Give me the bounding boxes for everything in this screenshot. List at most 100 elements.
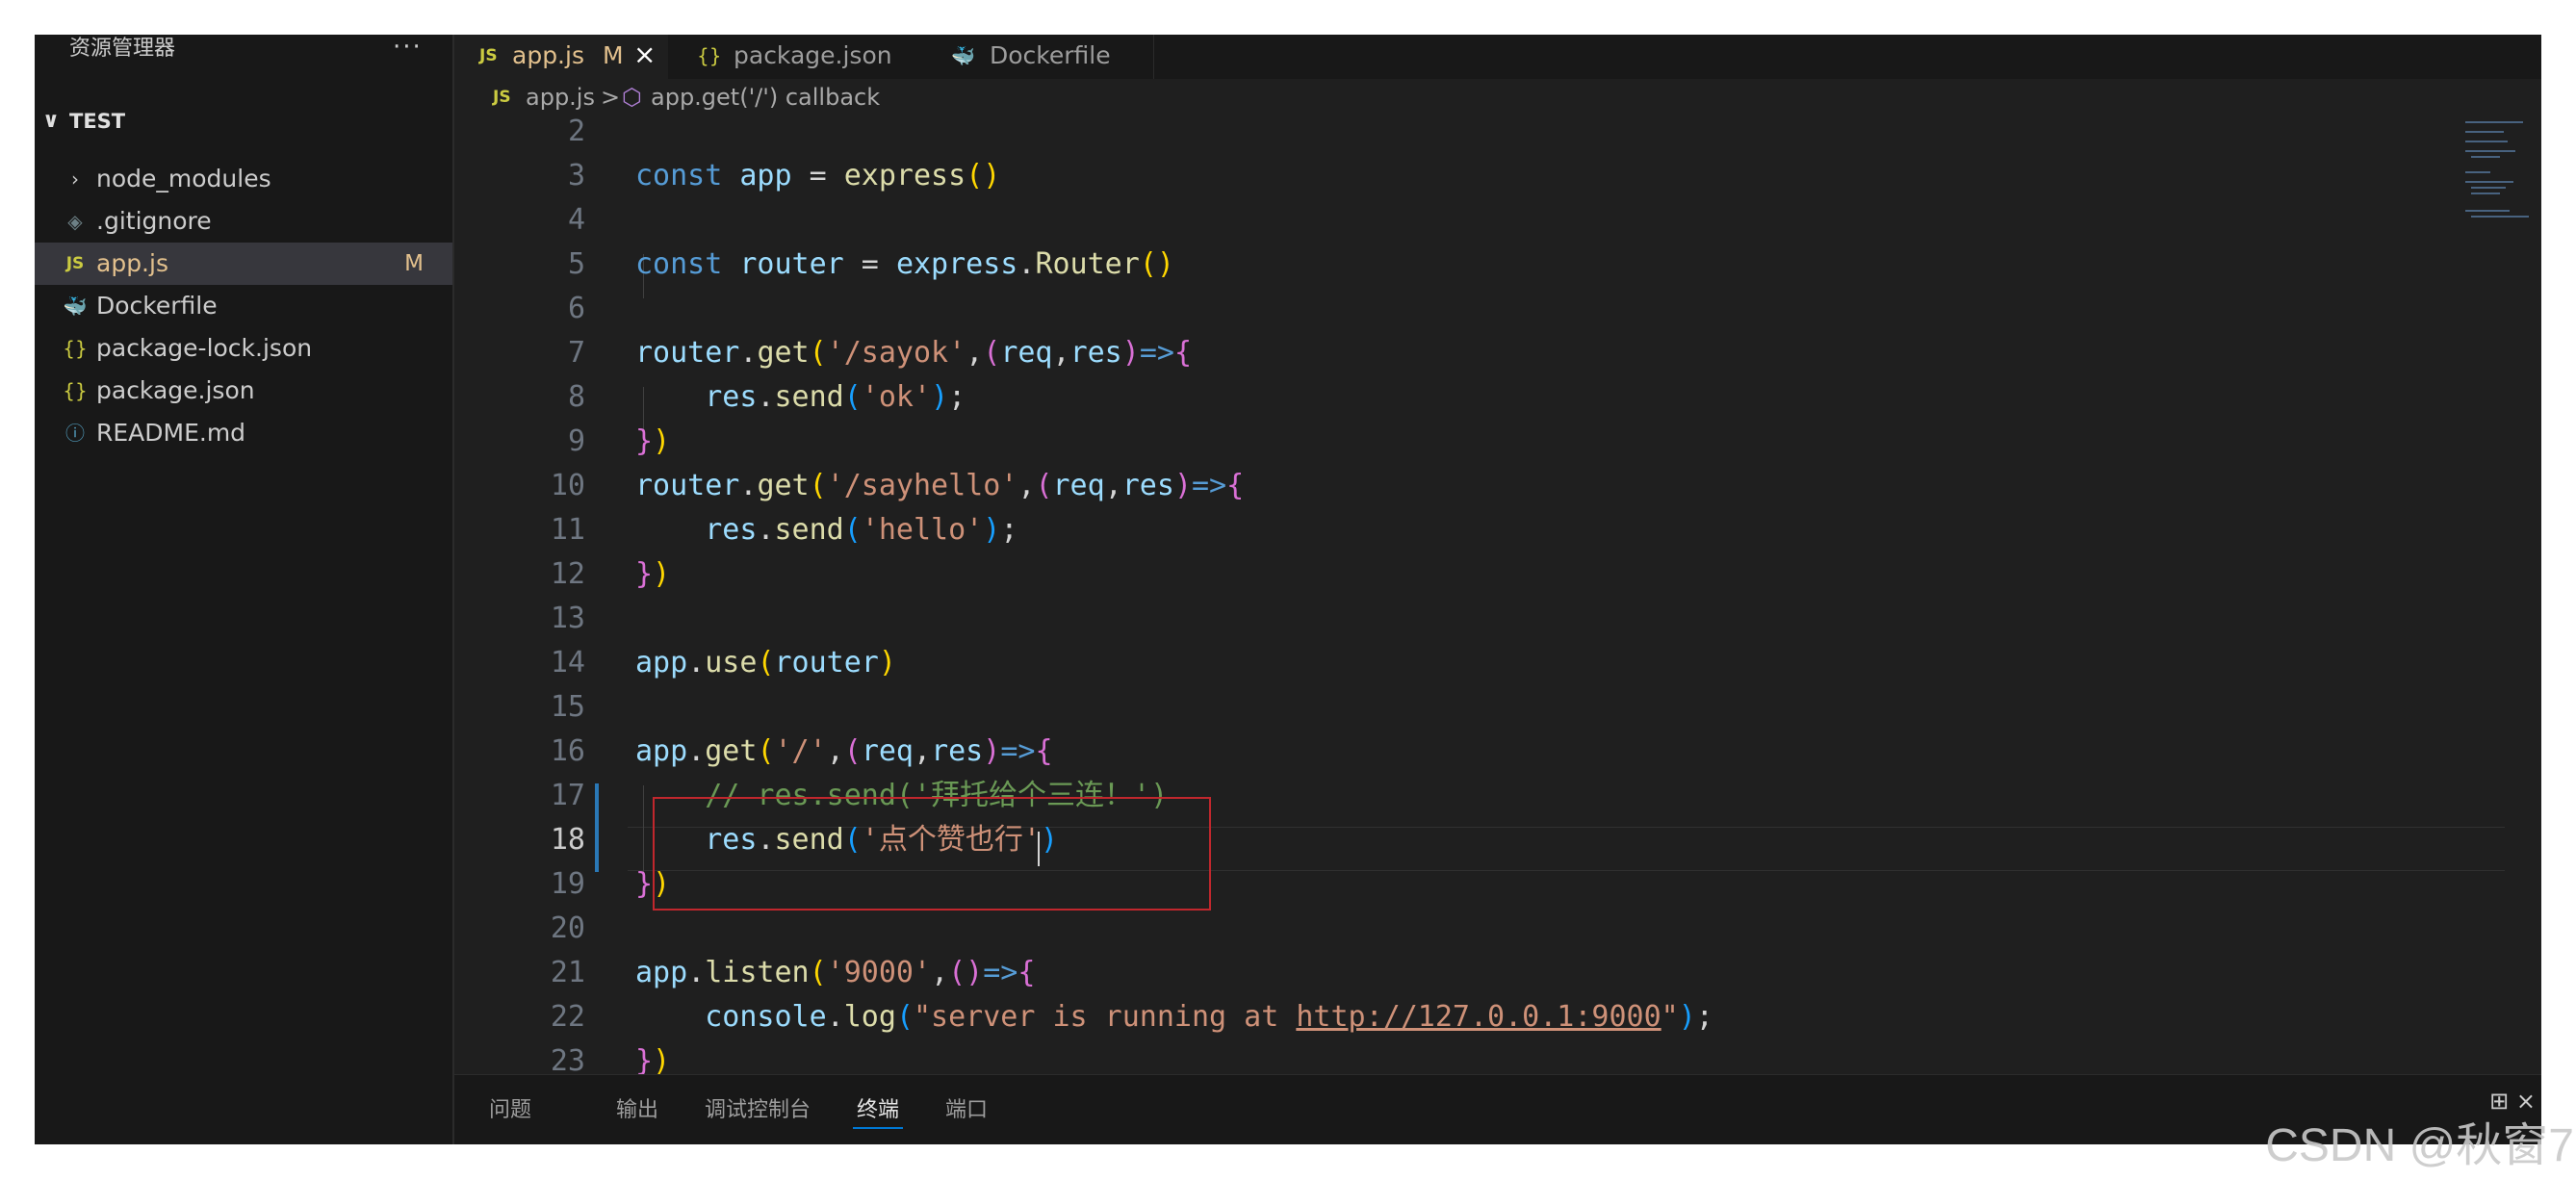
code-token: get bbox=[757, 469, 810, 502]
code-token: , bbox=[826, 734, 844, 768]
code-line[interactable]: 12}) bbox=[454, 552, 2505, 597]
tab-app-js[interactable]: JS app.js M × bbox=[454, 35, 669, 79]
code-token: ) bbox=[1121, 336, 1140, 370]
code-text: app.get('/',(req,res)=>{ bbox=[635, 730, 1053, 774]
code-editor[interactable]: 2 3 const app = express() 4 5 const router = … bbox=[454, 117, 2505, 1109]
code-text: }) bbox=[635, 552, 670, 597]
code-text: router.get('/sayok',(req,res)=>{ bbox=[635, 331, 1192, 375]
code-token: req bbox=[1000, 336, 1053, 370]
code-line[interactable]: 3 const app = express() bbox=[454, 154, 2505, 198]
code-line[interactable]: 14 app.use(router) bbox=[454, 641, 2505, 685]
tab-package-json[interactable]: {} package.json bbox=[668, 35, 929, 79]
json-file-icon: {} bbox=[697, 44, 722, 67]
breadcrumb-symbol[interactable]: app.get('/') callback bbox=[651, 79, 880, 115]
code-token: '/sayok' bbox=[826, 336, 966, 370]
code-token: . bbox=[739, 336, 758, 370]
tree-item-readme[interactable]: ⓘ README.md bbox=[35, 412, 452, 454]
code-line[interactable]: 5 const router = express.Router() bbox=[454, 243, 2505, 287]
panel-tab-terminal[interactable]: 终端 bbox=[857, 1092, 899, 1123]
code-token: app bbox=[739, 159, 792, 192]
code-token: () bbox=[948, 956, 984, 989]
code-token: send bbox=[774, 513, 844, 547]
code-token: get bbox=[705, 734, 758, 768]
tree-item-gitignore[interactable]: ◈ .gitignore bbox=[35, 200, 452, 243]
code-token: get bbox=[757, 336, 810, 370]
code-token: router bbox=[739, 247, 844, 281]
panel-tab-output[interactable]: 输出 bbox=[616, 1092, 658, 1123]
docker-file-icon: 🐳 bbox=[63, 295, 88, 318]
code-text: router.get('/sayhello',(req,res)=>{ bbox=[635, 464, 1244, 508]
code-token: . bbox=[687, 734, 706, 768]
code-line[interactable]: 11 res.send('hello'); bbox=[454, 508, 2505, 552]
code-token: log bbox=[843, 1000, 896, 1034]
tree-item-dockerfile[interactable]: 🐳 Dockerfile bbox=[35, 285, 452, 327]
code-token: ( bbox=[1035, 469, 1053, 502]
code-token: 'hello' bbox=[861, 513, 984, 547]
line-number: 2 bbox=[567, 117, 585, 148]
code-token: , bbox=[1104, 469, 1122, 502]
code-token: ) bbox=[653, 557, 671, 591]
close-icon[interactable]: × bbox=[633, 35, 656, 76]
breadcrumb-file[interactable]: app.js bbox=[526, 79, 595, 115]
code-line[interactable]: 22 console.log("server is running at htt… bbox=[454, 995, 2505, 1039]
workspace-folder-header[interactable]: ∨ TEST bbox=[35, 102, 452, 141]
tree-item-package-json[interactable]: {} package.json bbox=[35, 370, 452, 412]
code-token: ; bbox=[1000, 513, 1018, 547]
code-token: router bbox=[635, 336, 740, 370]
line-number: 6 bbox=[567, 292, 585, 325]
code-token: res bbox=[1069, 336, 1122, 370]
code-token: ( bbox=[843, 734, 862, 768]
code-line[interactable]: 16 app.get('/',(req,res)=>{ bbox=[454, 730, 2505, 774]
code-line[interactable]: 7 router.get('/sayok',(req,res)=>{ bbox=[454, 331, 2505, 375]
javascript-file-icon: JS bbox=[479, 46, 498, 65]
code-token: express bbox=[895, 247, 1018, 281]
code-token: , bbox=[1018, 469, 1036, 502]
panel-tab-problems[interactable]: 问题 bbox=[489, 1092, 531, 1123]
line-number: 20 bbox=[550, 911, 585, 945]
code-token: ( bbox=[809, 336, 827, 370]
code-token: , bbox=[966, 336, 984, 370]
line-number: 12 bbox=[550, 557, 585, 591]
code-text: res.send('hello'); bbox=[635, 508, 1018, 552]
code-line[interactable]: 10 router.get('/sayhello',(req,res)=>{ bbox=[454, 464, 2505, 508]
code-line[interactable]: 21 app.listen('9000',()=>{ bbox=[454, 951, 2505, 995]
code-line[interactable]: 9}) bbox=[454, 420, 2505, 464]
tab-label: Dockerfile bbox=[990, 41, 1111, 69]
more-actions-icon[interactable]: ··· bbox=[393, 35, 423, 60]
code-token: ) bbox=[931, 380, 949, 414]
code-token: req bbox=[1052, 469, 1105, 502]
code-line[interactable]: 8 res.send('ok'); bbox=[454, 375, 2505, 420]
line-number: 7 bbox=[567, 336, 585, 370]
code-token: ( bbox=[757, 646, 775, 680]
tree-item-node-modules[interactable]: › node_modules bbox=[35, 158, 452, 200]
code-line[interactable]: 20 bbox=[454, 907, 2505, 951]
minimap[interactable] bbox=[2465, 117, 2533, 233]
code-token: ) bbox=[983, 734, 1001, 768]
line-number: 4 bbox=[567, 203, 585, 237]
code-token: = bbox=[843, 247, 896, 281]
code-token: () bbox=[966, 159, 1001, 192]
panel-tab-debug-console[interactable]: 调试控制台 bbox=[705, 1092, 811, 1123]
line-number: 10 bbox=[550, 469, 585, 502]
line-number: 9 bbox=[567, 424, 585, 458]
code-line[interactable]: 15 bbox=[454, 685, 2505, 730]
workspace-folder-name: TEST bbox=[69, 110, 126, 133]
tree-item-package-lock-json[interactable]: {} package-lock.json bbox=[35, 327, 452, 370]
code-token: ) bbox=[878, 646, 896, 680]
code-token: '9000' bbox=[826, 956, 932, 989]
code-token: { bbox=[1035, 734, 1053, 768]
code-token: , bbox=[1052, 336, 1070, 370]
tree-item-app-js[interactable]: JS app.js M bbox=[35, 243, 452, 285]
code-line[interactable]: 13 bbox=[454, 597, 2505, 641]
code-line[interactable]: 4 bbox=[454, 198, 2505, 243]
code-line[interactable]: 2 bbox=[454, 117, 2505, 154]
code-token: } bbox=[635, 1044, 654, 1078]
panel-tab-ports[interactable]: 端口 bbox=[945, 1092, 988, 1123]
tab-dockerfile[interactable]: 🐳 Dockerfile bbox=[928, 35, 1154, 79]
code-token: ) bbox=[983, 513, 1001, 547]
code-line[interactable]: 6 bbox=[454, 287, 2505, 331]
code-token: '/sayhello' bbox=[826, 469, 1018, 502]
